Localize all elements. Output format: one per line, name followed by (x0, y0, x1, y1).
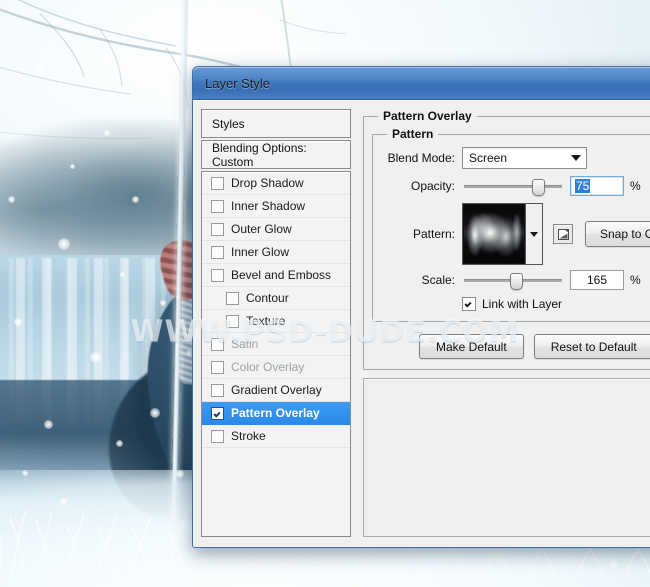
scale-slider[interactable] (464, 272, 562, 290)
pattern-row: Pattern: Snap to (381, 203, 650, 265)
effect-checkbox[interactable] (211, 337, 224, 351)
effect-label: Bevel and Emboss (231, 268, 332, 282)
effect-label: Gradient Overlay (231, 383, 322, 397)
effect-item-texture[interactable]: Texture (202, 310, 350, 333)
screenshot-root: Layer Style Styles Blending Options: Cus… (0, 0, 650, 587)
effect-label: Inner Glow (231, 245, 290, 259)
link-with-layer-label: Link with Layer (482, 297, 563, 311)
pattern-group: Pattern Blend Mode: Screen Opacity: 75 %… (372, 127, 650, 322)
dialog-body: Styles Blending Options: Custom Drop Sha… (193, 100, 650, 547)
effect-checkbox[interactable] (211, 360, 224, 374)
pattern-group-title: Pattern (392, 127, 434, 141)
new-preset-glyph (557, 228, 569, 240)
effect-item-gradient-overlay[interactable]: Gradient Overlay (202, 379, 350, 402)
link-with-layer-checkbox[interactable] (462, 297, 476, 311)
effect-label: Outer Glow (231, 222, 292, 236)
effect-item-drop-shadow[interactable]: Drop Shadow (202, 172, 350, 195)
opacity-slider-knob[interactable] (532, 179, 545, 196)
opacity-input[interactable]: 75 (570, 176, 624, 196)
scale-input[interactable]: 165 (570, 270, 624, 290)
effect-checkbox[interactable] (226, 314, 239, 328)
dialog-titlebar[interactable]: Layer Style (193, 67, 650, 100)
effect-label: Stroke (231, 429, 266, 443)
pattern-overlay-group: Pattern Overlay Pattern Blend Mode: Scre… (363, 109, 650, 370)
settings-column: Pattern Overlay Pattern Blend Mode: Scre… (363, 109, 650, 537)
scale-row: Scale: 165 % (381, 270, 650, 290)
default-buttons-row: Make Default Reset to Default (372, 334, 650, 359)
styles-column: Styles Blending Options: Custom Drop Sha… (201, 109, 351, 537)
pattern-picker[interactable] (462, 203, 543, 265)
make-default-button[interactable]: Make Default (418, 334, 524, 359)
blend-mode-label: Blend Mode: (387, 151, 455, 165)
styles-list-header[interactable]: Styles (201, 109, 351, 138)
effect-label: Inner Shadow (231, 199, 306, 213)
blend-mode-row: Blend Mode: Screen (381, 147, 650, 169)
opacity-row: Opacity: 75 % (381, 176, 650, 196)
pattern-dropdown-button[interactable] (525, 204, 542, 264)
effect-item-pattern-overlay[interactable]: Pattern Overlay (202, 402, 350, 425)
settings-empty-area (363, 378, 650, 537)
effect-checkbox[interactable] (211, 222, 224, 236)
effect-checkbox[interactable] (211, 429, 224, 443)
link-with-layer-row[interactable]: Link with Layer (462, 297, 650, 311)
effect-checkbox[interactable] (211, 406, 224, 420)
chevron-down-icon (530, 231, 538, 237)
effect-checkbox[interactable] (226, 291, 239, 305)
pattern-overlay-group-title: Pattern Overlay (383, 109, 472, 123)
effect-item-outer-glow[interactable]: Outer Glow (202, 218, 350, 241)
blend-mode-value: Screen (469, 151, 508, 165)
scale-slider-knob[interactable] (510, 273, 523, 290)
reset-to-default-button[interactable]: Reset to Default (533, 334, 650, 359)
effect-label: Satin (231, 337, 259, 351)
effect-checkbox[interactable] (211, 383, 224, 397)
effect-item-inner-glow[interactable]: Inner Glow (202, 241, 350, 264)
effect-checkbox[interactable] (211, 199, 224, 213)
effect-checkbox[interactable] (211, 268, 224, 282)
blending-options-label: Blending Options: Custom (212, 140, 307, 169)
chevron-down-icon (571, 155, 581, 161)
dialog-title: Layer Style (205, 75, 271, 91)
opacity-slider-track (464, 185, 562, 188)
scale-label: Scale: (421, 273, 455, 287)
layer-style-dialog: Layer Style Styles Blending Options: Cus… (192, 66, 650, 548)
opacity-label: Opacity: (410, 179, 455, 193)
effect-item-bevel-and-emboss[interactable]: Bevel and Emboss (202, 264, 350, 287)
cloud-pattern-thumbnail[interactable] (463, 204, 525, 264)
styles-label: Styles (212, 116, 245, 131)
effect-item-stroke[interactable]: Stroke (202, 425, 350, 448)
effect-label: Contour (246, 291, 289, 305)
blend-mode-select[interactable]: Screen (462, 147, 587, 169)
effect-label: Pattern Overlay (231, 406, 320, 420)
blending-options-item[interactable]: Blending Options: Custom (201, 140, 351, 169)
opacity-slider[interactable] (464, 178, 562, 196)
effect-item-contour[interactable]: Contour (202, 287, 350, 310)
effect-label: Drop Shadow (231, 176, 304, 190)
effect-checkbox[interactable] (211, 176, 224, 190)
effect-item-color-overlay[interactable]: Color Overlay (202, 356, 350, 379)
effect-item-satin[interactable]: Satin (202, 333, 350, 356)
effect-item-inner-shadow[interactable]: Inner Shadow (202, 195, 350, 218)
effect-label: Color Overlay (231, 360, 305, 374)
effect-checkbox[interactable] (211, 245, 224, 259)
opacity-value: 75 (575, 179, 591, 193)
new-preset-icon[interactable] (553, 224, 573, 244)
effects-list: Drop Shadow Inner Shadow Outer Glow Inner G… (201, 171, 351, 537)
scale-unit: % (630, 273, 641, 287)
effect-label: Texture (246, 314, 286, 328)
pattern-label: Pattern: (412, 227, 455, 241)
snap-to-origin-button[interactable]: Snap to Origin (585, 221, 650, 247)
scale-value: 165 (586, 273, 608, 287)
opacity-unit: % (630, 179, 641, 193)
